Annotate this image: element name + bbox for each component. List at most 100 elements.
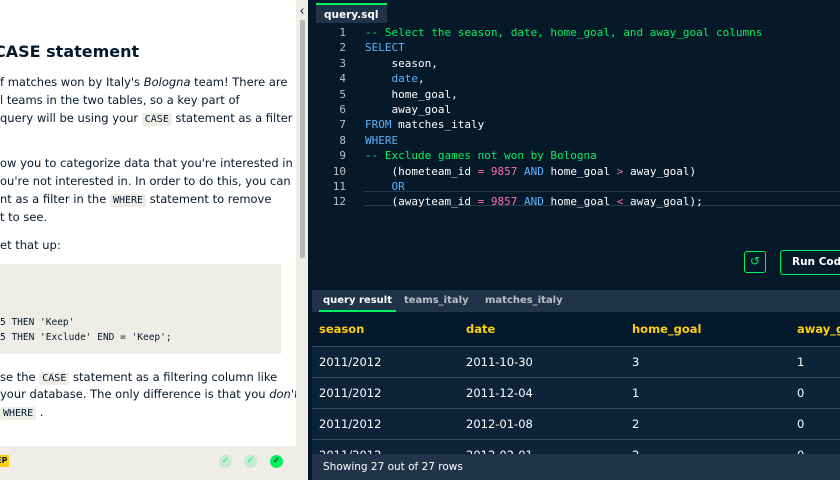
code-token: FROM bbox=[365, 118, 392, 132]
code-token: season, bbox=[365, 56, 438, 70]
table-cell: 0 bbox=[797, 386, 805, 400]
reset-icon[interactable]: ↺ bbox=[744, 251, 766, 273]
check-icon: ✓ bbox=[270, 455, 283, 468]
example-code-line: 5 THEN 'Exclude' END = 'Keep'; bbox=[0, 332, 172, 343]
line-number: 6 bbox=[339, 103, 346, 116]
code-token: home_goal bbox=[543, 164, 617, 178]
instructions-scrollbar[interactable]: ‹ bbox=[296, 0, 308, 480]
collapse-panel-icon[interactable]: ‹ bbox=[296, 4, 308, 19]
table-row: 2011/2012 2012-01-08 2 0 bbox=[312, 408, 840, 439]
code-line[interactable]: date, bbox=[365, 71, 425, 86]
table-cell: 2011-12-04 bbox=[466, 386, 533, 400]
check-icon: ✓ bbox=[244, 455, 257, 468]
table-cell: 1 bbox=[632, 386, 640, 400]
code-editor[interactable]: query.sql 1 -- Select the season, date, h… bbox=[312, 3, 840, 286]
code-token: 9857 bbox=[490, 195, 518, 209]
column-header-season: season bbox=[319, 322, 365, 336]
inline-code: WHERE bbox=[109, 194, 147, 207]
emphasis-text: don't bbox=[269, 387, 296, 401]
instruction-text: ow you to categorize data that you're in… bbox=[0, 156, 296, 170]
code-token: -- Select the season, date, home_goal, a… bbox=[365, 26, 763, 39]
run-code-button[interactable]: Run Code bbox=[780, 250, 840, 275]
table-cell: 3 bbox=[632, 355, 640, 369]
instruction-text: f matches won by Italy's Bologna team! T… bbox=[0, 75, 288, 89]
line-number: 5 bbox=[339, 87, 346, 101]
tab-matches-italy[interactable]: matches_italy bbox=[485, 290, 563, 312]
inline-code: CASE bbox=[39, 372, 70, 385]
instruction-text: et that up: bbox=[0, 238, 61, 252]
code-token: AND bbox=[523, 195, 544, 209]
table-cell: 2011/2012 bbox=[319, 355, 382, 369]
code-token: (awayteam_id bbox=[365, 195, 478, 209]
code-line[interactable]: -- Select the season, date, home_goal, a… bbox=[365, 25, 762, 40]
code-token: 9857 bbox=[490, 164, 518, 178]
exercise-title: CASE statement bbox=[0, 42, 140, 61]
results-tabs: query result teams_italy matches_italy bbox=[312, 290, 840, 312]
code-token: away_goal) bbox=[623, 164, 697, 178]
code-line[interactable]: OR bbox=[365, 179, 405, 194]
table-cell: 2011/2012 bbox=[319, 386, 382, 400]
line-number: 7 bbox=[339, 118, 346, 132]
code-line[interactable]: FROM matches_italy bbox=[365, 117, 484, 132]
code-line[interactable]: (hometeam_id = 9857 AND home_goal > away… bbox=[365, 164, 696, 179]
code-token: SELECT bbox=[365, 41, 405, 55]
example-code-block: 5 THEN 'Keep' 5 THEN 'Exclude' END = 'Ke… bbox=[0, 264, 281, 354]
table-cell: 2011-10-30 bbox=[466, 355, 533, 369]
code-token: , bbox=[418, 72, 425, 86]
instruction-text: query will be using your CASE statement … bbox=[0, 111, 293, 126]
line-number: 3 bbox=[339, 56, 346, 70]
code-token: OR bbox=[391, 180, 405, 193]
instruction-text: WHERE . bbox=[0, 403, 43, 423]
line-number: 2 bbox=[339, 41, 346, 55]
code-line[interactable]: SELECT bbox=[365, 40, 405, 55]
code-token: away_goal bbox=[365, 103, 452, 116]
instructions-panel: CASE statement f matches won by Italy's … bbox=[0, 0, 296, 480]
instruction-text: nt as a filter in the WHERE statement to… bbox=[0, 192, 272, 207]
row-count-text: Showing 27 out of 27 rows bbox=[323, 461, 463, 473]
instruction-text: l teams in the two tables, so a key part… bbox=[0, 93, 240, 107]
line-number: 4 bbox=[339, 72, 346, 86]
column-header-date: date bbox=[466, 322, 496, 336]
scrollbar-thumb[interactable] bbox=[300, 20, 305, 258]
example-code-line: 5 THEN 'Keep' bbox=[0, 317, 75, 328]
code-token: (hometeam_id bbox=[365, 164, 478, 178]
emphasis-text: Bologna bbox=[143, 75, 191, 89]
code-line[interactable]: away_goal bbox=[365, 102, 451, 117]
code-line[interactable]: home_goal, bbox=[365, 87, 457, 102]
line-number: 10 bbox=[332, 164, 346, 178]
step-badge: EP bbox=[0, 455, 9, 467]
table-cell: 2012-01-08 bbox=[466, 417, 533, 431]
results-footer: Showing 27 out of 27 rows bbox=[312, 454, 840, 480]
tab-query-result[interactable]: query result bbox=[319, 290, 396, 312]
code-line[interactable]: (awayteam_id = 9857 AND home_goal < away… bbox=[365, 194, 703, 209]
code-token: home_goal bbox=[543, 195, 617, 209]
instruction-text: your database. The only difference is th… bbox=[0, 385, 296, 403]
code-line[interactable]: WHERE bbox=[365, 133, 398, 148]
instruction-text: ou're not interested in. In order to do … bbox=[0, 174, 291, 188]
code-token: date bbox=[391, 72, 419, 86]
table-cell: 2011/2012 bbox=[319, 417, 382, 431]
code-token: matches_italy bbox=[391, 118, 485, 132]
code-line[interactable]: -- Exclude games not won by Bologna bbox=[365, 148, 597, 163]
instruction-text: t to see. bbox=[0, 210, 48, 224]
line-number: 12 bbox=[332, 195, 346, 209]
check-icon: ✓ bbox=[219, 455, 232, 468]
tab-teams-italy[interactable]: teams_italy bbox=[404, 290, 469, 312]
table-cell: 1 bbox=[797, 355, 805, 369]
inline-code: WHERE bbox=[0, 407, 37, 420]
exercise-progress-bar: EP ✓ ✓ ✓ bbox=[0, 446, 296, 480]
table-cell: 0 bbox=[797, 417, 805, 431]
line-number: 11 bbox=[332, 180, 346, 193]
code-token: away_goal); bbox=[623, 195, 703, 209]
table-row: 2011/2012 2011-10-30 3 1 bbox=[312, 346, 840, 377]
line-number: 9 bbox=[339, 149, 346, 163]
inline-code: CASE bbox=[141, 113, 172, 126]
code-line[interactable]: season, bbox=[365, 56, 438, 71]
tab-query-sql[interactable]: query.sql bbox=[316, 3, 387, 23]
